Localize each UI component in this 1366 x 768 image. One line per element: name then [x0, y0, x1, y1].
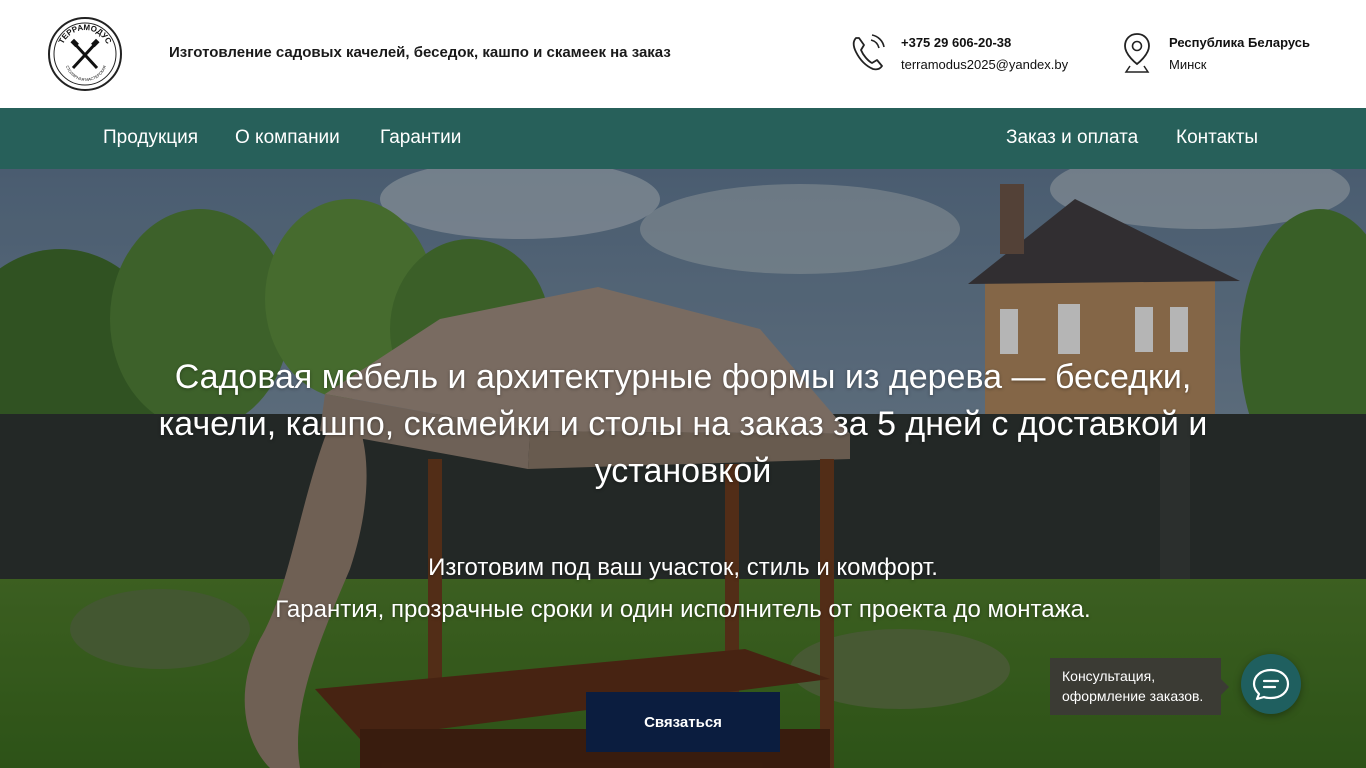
email-link[interactable]: terramodus2025@yandex.by — [901, 57, 1068, 72]
location-country: Республика Беларусь — [1169, 35, 1310, 50]
hero-subtitle: Изготовим под ваш участок, стиль и комфо… — [120, 547, 1246, 631]
site-tagline: Изготовление садовых качелей, беседок, к… — [169, 44, 671, 61]
site-header: ТЕРРАМОДУС СТОЛЯРНАЯ МАСТЕРСКАЯ Изготовл… — [0, 0, 1366, 108]
chat-tooltip: Консультация, оформление заказов. — [1050, 658, 1229, 715]
phone-icon — [852, 34, 885, 71]
contact-button[interactable]: Связаться — [586, 692, 780, 752]
chat-widget-button[interactable] — [1241, 654, 1301, 714]
nav-item-about[interactable]: О компании — [235, 127, 340, 149]
hero-title: Садовая мебель и архитектурные формы из … — [158, 358, 1208, 490]
hero-subtitle-line-2: Гарантия, прозрачные сроки и один исполн… — [275, 596, 1091, 623]
location-contact: Республика Беларусь Минск — [1123, 32, 1353, 76]
nav-item-products[interactable]: Продукция — [103, 127, 198, 149]
phone-contact: +375 29 606-20-38 terramodus2025@yandex.… — [850, 32, 1090, 76]
phone-link[interactable]: +375 29 606-20-38 — [901, 35, 1011, 50]
terramodus-logo[interactable]: ТЕРРАМОДУС СТОЛЯРНАЯ МАСТЕРСКАЯ — [47, 16, 123, 92]
location-pin-icon — [1124, 33, 1150, 73]
chat-bubble-icon — [1252, 668, 1290, 701]
main-navigation: Продукция О компании Гарантии Заказ и оп… — [0, 108, 1366, 169]
hero-subtitle-line-1: Изготовим под ваш участок, стиль и комфо… — [428, 554, 938, 581]
location-city: Минск — [1169, 57, 1207, 72]
nav-item-guarantees[interactable]: Гарантии — [380, 127, 461, 149]
hero-section: Садовая мебель и архитектурные формы из … — [0, 169, 1366, 768]
nav-item-contacts[interactable]: Контакты — [1176, 127, 1258, 149]
nav-item-order-payment[interactable]: Заказ и оплата — [1006, 127, 1138, 149]
